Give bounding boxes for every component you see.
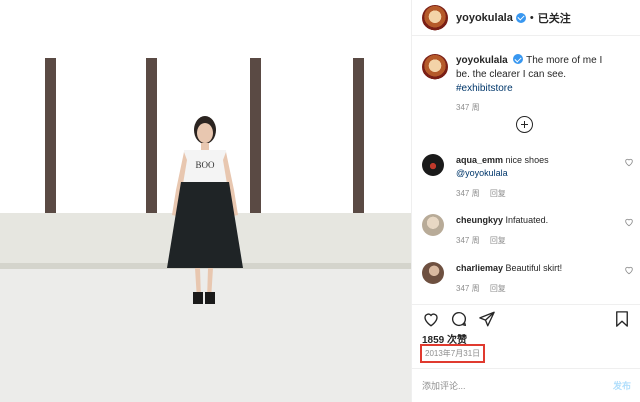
reply-button[interactable]: 回复: [490, 189, 506, 198]
comment-meta: 347 周 回复: [456, 283, 514, 294]
commenter-avatar[interactable]: [422, 154, 444, 176]
comment-meta: 347 周 回复: [456, 188, 514, 199]
comment-mention-link[interactable]: @yoyokulala: [456, 168, 508, 178]
caption-username[interactable]: yoyokulala: [456, 55, 508, 66]
shirt-text: BOO: [195, 160, 215, 170]
post-detail-panel: yoyokulala • 已关注 yoyokulala The more of …: [411, 0, 640, 402]
comment-input[interactable]: 添加评论...: [422, 379, 466, 392]
commenter-avatar[interactable]: [422, 262, 444, 284]
post-header: yoyokulala • 已关注: [412, 0, 640, 36]
verified-badge-icon: [513, 54, 524, 64]
window-frame: [45, 58, 56, 213]
comment-timestamp[interactable]: 347 周: [456, 236, 480, 245]
comment-text: charliemay Beautiful skirt!: [456, 262, 606, 275]
heart-icon[interactable]: [624, 217, 634, 227]
post-photo[interactable]: BOO: [0, 0, 411, 402]
commenter-username[interactable]: cheungkyy: [456, 215, 503, 225]
comments-list[interactable]: yoyokulala The more of me I be. the clea…: [412, 42, 640, 304]
commenter-avatar[interactable]: [422, 214, 444, 236]
heart-icon[interactable]: [624, 157, 634, 167]
share-icon[interactable]: [478, 310, 496, 328]
caption-hashtag-link[interactable]: #exhibitstore: [456, 83, 513, 94]
caption-avatar[interactable]: [422, 54, 448, 80]
post-comment-button[interactable]: 发布: [613, 379, 631, 392]
comment-meta: 347 周 回复: [456, 235, 514, 246]
author-avatar[interactable]: [422, 4, 448, 31]
comment-body: Infatuated.: [505, 215, 549, 225]
caption-text: yoyokulala The more of me I be. the clea…: [456, 54, 616, 96]
reply-button[interactable]: 回复: [490, 236, 506, 245]
verified-badge-icon: [515, 12, 526, 23]
window-frame: [146, 58, 157, 213]
reply-button[interactable]: 回复: [490, 284, 506, 293]
heart-icon[interactable]: [422, 310, 440, 328]
window-frame: [353, 58, 364, 213]
caption-timestamp[interactable]: 347 周: [456, 102, 480, 113]
comment-text: aqua_emm nice shoes @yoyokulala: [456, 154, 606, 180]
following-button[interactable]: 已关注: [538, 10, 571, 26]
comment-composer: 添加评论... 发布: [412, 368, 640, 402]
comment-body: Beautiful skirt!: [505, 263, 563, 273]
comment-timestamp[interactable]: 347 周: [456, 189, 480, 198]
author-username[interactable]: yoyokulala: [456, 12, 513, 24]
bookmark-icon[interactable]: [613, 310, 631, 328]
comment-text: cheungkyy Infatuated.: [456, 214, 606, 227]
separator-dot: •: [529, 11, 534, 24]
comment-timestamp[interactable]: 347 周: [456, 284, 480, 293]
action-bar: [412, 304, 640, 332]
post-photo-image: BOO: [0, 0, 411, 402]
comment-body: nice shoes: [505, 155, 549, 165]
window-frame: [250, 58, 261, 213]
comment-icon[interactable]: [450, 310, 468, 328]
heart-icon[interactable]: [624, 265, 634, 275]
post-date: 2013年7月31日: [420, 344, 486, 363]
plus-circle-icon[interactable]: [516, 116, 533, 133]
commenter-username[interactable]: aqua_emm: [456, 155, 503, 165]
commenter-username[interactable]: charliemay: [456, 263, 503, 273]
